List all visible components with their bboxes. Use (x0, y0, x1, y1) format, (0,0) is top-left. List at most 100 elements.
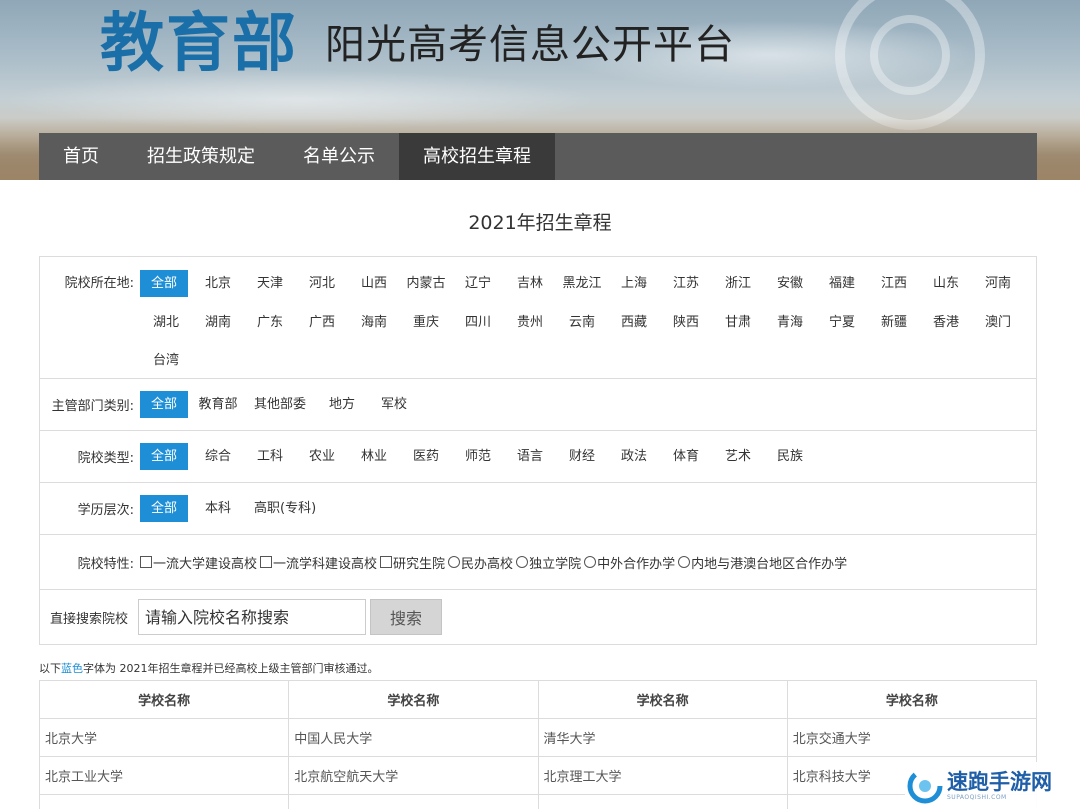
nav-item-charters[interactable]: 高校招生章程 (399, 133, 555, 180)
filter-label-feature: 院校特性: (77, 556, 134, 572)
feature-radio-independent[interactable]: 独立学院 (516, 553, 581, 572)
filter-option-region[interactable]: 新疆 (868, 309, 920, 336)
table-body: 北京大学 中国人民大学 清华大学 北京交通大学 北京工业大学 北京航空航天大学 北京理工大学… (38, 718, 1038, 809)
filter-option-region[interactable]: 北京 (192, 270, 244, 297)
school-name-link[interactable] (38, 794, 290, 809)
feature-checkbox-top-university[interactable]: 一流大学建设高校 (140, 553, 257, 572)
school-name-link[interactable]: 北京航空航天大学 (288, 756, 539, 795)
search-input[interactable] (138, 599, 366, 635)
nav-item-policy[interactable]: 招生政策规定 (123, 133, 279, 180)
filter-option-region[interactable]: 内蒙古 (400, 270, 452, 297)
checkbox-icon[interactable] (140, 556, 152, 568)
filter-option-type[interactable]: 医药 (400, 443, 452, 470)
filter-option-region[interactable]: 福建 (816, 270, 868, 297)
filter-option-type[interactable]: 林业 (348, 443, 400, 470)
filter-option-level[interactable]: 全部 (140, 495, 188, 522)
filter-option-type[interactable]: 政法 (608, 443, 660, 470)
filter-option-dept[interactable]: 教育部 (192, 391, 244, 418)
filter-option-type[interactable]: 师范 (452, 443, 504, 470)
column-header-school-name: 学校名称 (38, 680, 290, 719)
filter-option-level[interactable]: 本科 (192, 495, 244, 522)
nav-item-lists[interactable]: 名单公示 (279, 133, 399, 180)
column-header-school-name: 学校名称 (288, 680, 539, 719)
filter-option-type[interactable]: 综合 (192, 443, 244, 470)
filter-options-region: 全部 北京 天津 河北 山西 内蒙古 辽宁 吉林 黑龙江 上海 江苏 浙江 安徽 福建 江西 山东 河南湖北 湖南… (140, 270, 1030, 378)
filter-option-region[interactable]: 全部 (140, 270, 188, 297)
filter-option-type[interactable]: 民族 (764, 443, 816, 470)
filter-option-dept[interactable]: 全部 (140, 391, 188, 418)
approval-note: 以下蓝色字体为 2021年招生章程并已经高校上级主管部门审核通过。 (39, 660, 379, 676)
filter-options-level: 全部 本科 高职(专科) (140, 495, 1030, 522)
feature-radio-private[interactable]: 民办高校 (448, 553, 513, 572)
filter-option-region[interactable]: 湖南 (192, 309, 244, 336)
filter-option-region[interactable]: 山东 (920, 270, 972, 297)
filter-option-type[interactable]: 体育 (660, 443, 712, 470)
filter-option-region[interactable]: 澳门 (972, 309, 1024, 336)
filter-option-type[interactable]: 财经 (556, 443, 608, 470)
note-blue: 蓝色 (61, 662, 83, 675)
school-name-link[interactable]: 北京工业大学 (38, 756, 290, 795)
filter-option-type[interactable]: 全部 (140, 443, 188, 470)
feature-checkbox-graduate-school[interactable]: 研究生院 (380, 553, 445, 572)
filter-option-region[interactable]: 广东 (244, 309, 296, 336)
filter-option-type[interactable]: 艺术 (712, 443, 764, 470)
filter-option-region[interactable]: 云南 (556, 309, 608, 336)
filter-option-region[interactable]: 辽宁 (452, 270, 504, 297)
checkbox-icon[interactable] (260, 556, 273, 568)
filter-option-region[interactable]: 贵州 (504, 309, 556, 336)
filter-option-region[interactable]: 青海 (764, 309, 816, 336)
filter-option-region[interactable]: 山西 (348, 270, 400, 297)
feature-checkbox-top-discipline[interactable]: 一流学科建设高校 (260, 553, 377, 572)
radio-icon[interactable] (584, 556, 597, 568)
filter-option-region[interactable]: 河南 (972, 270, 1024, 297)
filter-option-region[interactable]: 西藏 (608, 309, 660, 336)
filter-option-region[interactable]: 四川 (452, 309, 504, 336)
filter-option-region[interactable]: 河北 (296, 270, 348, 297)
note-suffix: 字体为 2021年招生章程并已经高校上级主管部门审核通过。 (83, 662, 379, 675)
filter-option-level[interactable]: 高职(专科) (244, 495, 326, 522)
school-name-link[interactable]: 北京大学 (38, 718, 290, 757)
nav-item-home[interactable]: 首页 (39, 133, 123, 180)
filter-option-region[interactable]: 海南 (348, 309, 400, 336)
filter-option-region[interactable]: 天津 (244, 270, 296, 297)
radio-icon[interactable] (678, 556, 691, 568)
filter-option-dept[interactable]: 地方 (316, 391, 368, 418)
filter-option-region[interactable]: 吉林 (504, 270, 556, 297)
feature-radio-sino-foreign[interactable]: 中外合作办学 (584, 553, 675, 572)
filter-option-type[interactable]: 农业 (296, 443, 348, 470)
filter-option-region[interactable]: 安徽 (764, 270, 816, 297)
filter-label-dept: 主管部门类别: (51, 399, 134, 414)
feature-radio-hk-macau-tw[interactable]: 内地与港澳台地区合作办学 (678, 553, 847, 572)
school-name-link[interactable] (537, 794, 788, 809)
site-logo[interactable]: 教育部 (100, 6, 298, 82)
school-name-link[interactable] (288, 794, 539, 809)
radio-icon[interactable] (448, 556, 461, 568)
site-subtitle: 阳光高考信息公开平台 (325, 22, 735, 68)
filter-option-region[interactable]: 陕西 (660, 309, 712, 336)
filter-option-region[interactable]: 广西 (296, 309, 348, 336)
table-row: 北京工业大学 北京航空航天大学 北京理工大学 北京科技大学 (38, 756, 1038, 795)
school-name-link[interactable]: 中国人民大学 (288, 718, 539, 757)
filter-option-region[interactable]: 浙江 (712, 270, 764, 297)
search-button[interactable]: 搜索 (370, 599, 442, 635)
filter-option-region[interactable]: 重庆 (400, 309, 452, 336)
radio-icon[interactable] (516, 556, 529, 568)
school-name-link[interactable]: 北京交通大学 (786, 718, 1038, 757)
filter-option-region[interactable]: 黑龙江 (556, 270, 608, 297)
filter-option-region[interactable]: 江苏 (660, 270, 712, 297)
school-name-link[interactable]: 清华大学 (537, 718, 788, 757)
filter-option-region[interactable]: 江西 (868, 270, 920, 297)
filter-option-region[interactable]: 甘肃 (712, 309, 764, 336)
filter-option-dept[interactable]: 其他部委 (244, 391, 316, 418)
filter-option-type[interactable]: 语言 (504, 443, 556, 470)
feature-label: 中外合作办学 (597, 556, 676, 572)
filter-option-region[interactable]: 上海 (608, 270, 660, 297)
filter-option-region[interactable]: 香港 (920, 309, 972, 336)
school-name-link[interactable]: 北京理工大学 (537, 756, 788, 795)
filter-option-region[interactable]: 宁夏 (816, 309, 868, 336)
filter-option-region[interactable]: 湖北 (140, 309, 192, 336)
filter-option-dept[interactable]: 军校 (368, 391, 420, 418)
filter-option-type[interactable]: 工科 (244, 443, 296, 470)
filter-option-region[interactable]: 台湾 (140, 347, 192, 374)
checkbox-icon[interactable] (380, 556, 393, 568)
